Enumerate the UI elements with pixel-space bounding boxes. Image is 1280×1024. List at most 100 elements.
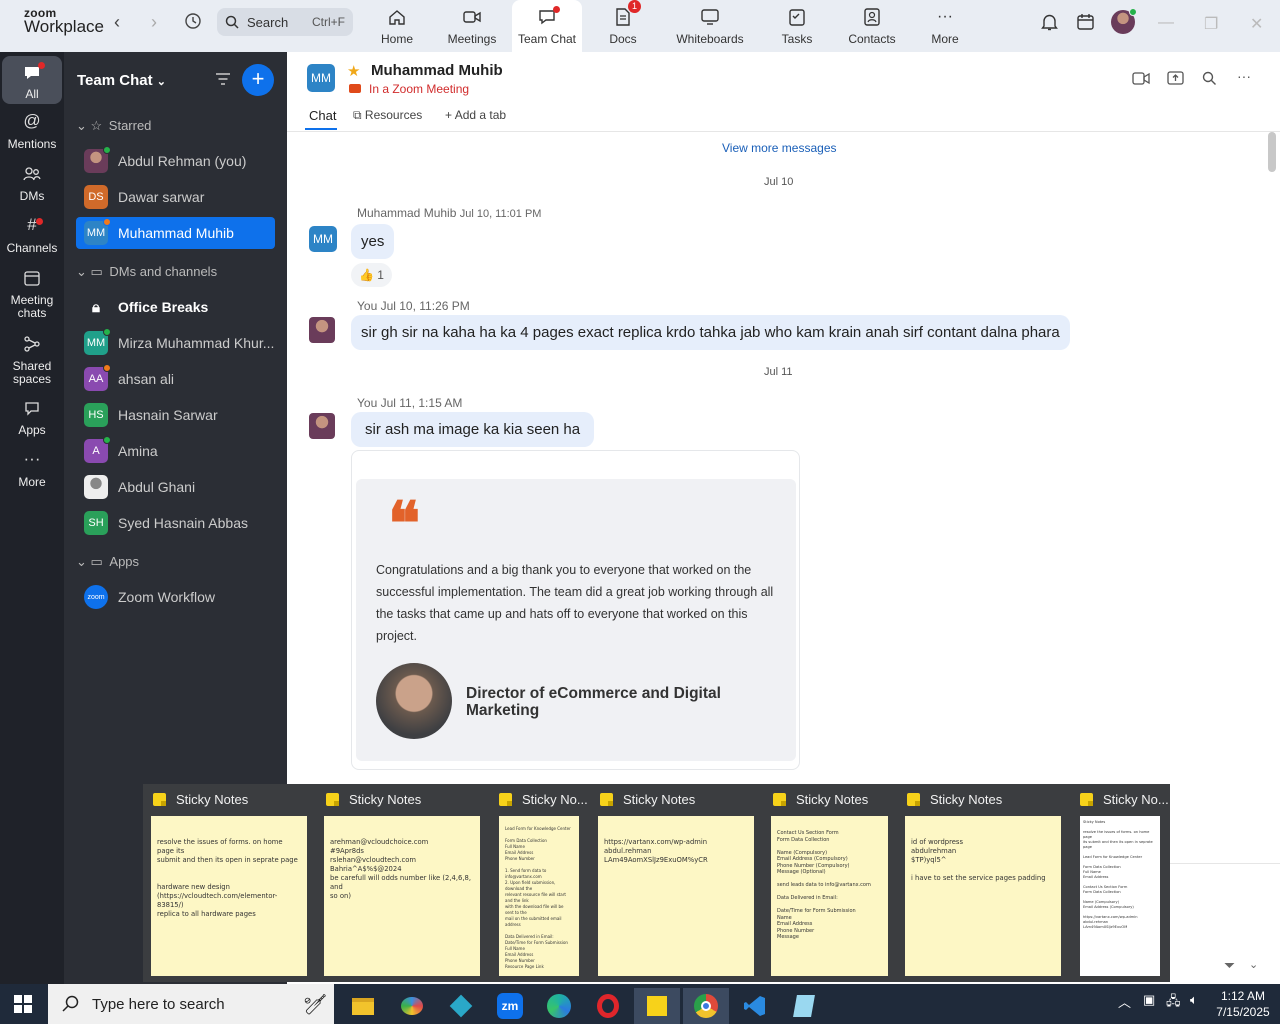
search-chat-icon[interactable] [1202,71,1217,91]
rail-dms-label: DMs [19,189,45,203]
chat-contact-name[interactable]: Muhammad Muhib [371,62,503,79]
contact-abdul-rehman[interactable]: Abdul Rehman (you) [76,145,275,177]
nav-more[interactable]: ··· More [909,0,981,52]
rail-more[interactable]: ··· More [2,450,62,489]
message-bubble[interactable]: yes [351,224,395,259]
contact-muhammad-muhib[interactable]: MM Muhammad Muhib [76,217,275,249]
tray-chevron-icon[interactable]: ︿ [1118,992,1131,1011]
opera-browser-icon[interactable] [585,988,631,1024]
sticky-note-title: Sticky Notes [176,792,249,807]
message-bubble[interactable]: sir gh sir na kaha ha ka 4 pages exact r… [351,315,1070,350]
rail-channels[interactable]: # Channels [2,216,62,255]
contact-dawar-sarwar[interactable]: DS Dawar sarwar [76,181,275,213]
sticky-note-window[interactable]: Sticky Notes id of wordpress abdulrehman… [897,784,1070,982]
contact-abdul-ghani[interactable]: Abdul Ghani [76,471,275,503]
nav-tasks[interactable]: Tasks [761,0,833,52]
starred-header[interactable]: ⌄ ☆ Starred [76,118,151,134]
contact-ahsan-ali[interactable]: AA ahsan ali [76,363,275,395]
user-avatar[interactable] [1111,8,1137,34]
sticky-note-window[interactable]: Sticky Notes resolve the issues of forms… [143,784,316,982]
contact-name: Hasnain Sarwar [118,407,218,423]
message-bubble[interactable]: sir ash ma image ka kia seen ha [351,412,595,447]
rail-meeting-chats[interactable]: Meeting chats [2,270,62,320]
reaction-thumbs-up[interactable]: 👍 1 [351,263,392,287]
sticky-note-window[interactable]: Sticky Notes arehman@vcloudchoice.com #9… [316,784,489,982]
chat-scrollbar[interactable] [1268,132,1276,172]
sticky-note-window[interactable]: Sticky Notes https://vartanx.com/wp-admi… [590,784,763,982]
notepad-app-icon[interactable] [781,988,827,1024]
sticky-note-header: Sticky No... [499,792,588,807]
tray-app-icon[interactable]: ▣ [1143,992,1155,1008]
tab-resources[interactable]: ⧉ Resources [353,108,422,123]
nav-whiteboards[interactable]: Whiteboards [672,0,748,52]
rail-mentions[interactable]: @ Mentions [2,112,62,151]
contact-name: Mirza Muhammad Khur... [118,335,275,351]
vscode-icon[interactable] [732,988,778,1024]
new-chat-button[interactable]: + [242,64,274,96]
apps-header[interactable]: ⌄ ▭ Apps [76,554,139,570]
sticky-note-window[interactable]: Sticky No... Sticky Notes resolve the is… [1070,784,1170,982]
clock-date: 7/15/2025 [1216,1005,1270,1019]
bell-icon[interactable] [1041,13,1058,36]
sticky-note-window[interactable]: Sticky Notes Contact Us Section Form For… [763,784,897,982]
image-attachment[interactable]: ❝ Congratulations and a big thank you to… [351,450,800,770]
rail-more-label: More [18,475,46,489]
file-explorer-icon[interactable] [340,988,386,1024]
contact-mirza[interactable]: MM Mirza Muhammad Khur... [76,327,275,359]
minimize-icon[interactable]: — [1158,14,1174,32]
sticky-notes-taskbar-icon[interactable] [634,988,680,1024]
lock-icon: 🔒︎ [92,298,100,316]
history-icon[interactable] [184,12,202,30]
chevron-down-icon[interactable]: ⌄ [1249,958,1258,971]
rail-apps[interactable]: Apps [2,400,62,437]
zoom-taskbar-icon[interactable]: zm [487,988,533,1024]
nav-home[interactable]: Home [361,0,433,52]
sticky-notes-icon [907,793,920,806]
network-icon[interactable]: 🖧︎ [1166,992,1181,1014]
sticky-note-window[interactable]: Sticky No... Lead Form for Knowledge Cen… [489,784,590,982]
channel-office-breaks[interactable]: 🔒︎ Office Breaks [76,291,275,323]
chrome-browser-icon[interactable] [683,988,729,1024]
contact-syed-hasnain-abbas[interactable]: SH Syed Hasnain Abbas [76,507,275,539]
filter-icon[interactable] [215,72,231,91]
tab-chat[interactable]: Chat [309,108,336,123]
date-separator: Jul 11 [764,366,793,378]
calendar-toggle-icon[interactable] [1077,13,1094,36]
nav-docs[interactable]: 1 Docs [587,0,659,52]
share-screen-icon[interactable] [1167,71,1184,91]
app-zoom-workflow[interactable]: zoom Zoom Workflow [76,581,275,613]
windows-start-icon[interactable] [14,995,32,1013]
diamond-app-icon[interactable] [438,988,484,1024]
restore-icon[interactable]: ❐ [1204,14,1218,34]
sticky-note-header: Sticky Notes [907,792,1002,807]
message-meta: Muhammad Muhib Jul 10, 11:01 PM [357,206,541,220]
view-more-messages-link[interactable]: View more messages [722,141,837,155]
forward-arrow-icon[interactable]: › [151,12,157,33]
dms-header[interactable]: ⌄ ▭ DMs and channels [76,264,217,280]
people-icon [23,166,41,186]
rail-shared-spaces[interactable]: Shared spaces [2,336,62,386]
taskbar-clock[interactable]: 1:12 AM 7/15/2025 [1212,988,1274,1020]
nav-contacts[interactable]: Contacts [836,0,908,52]
close-icon[interactable]: ✕ [1250,14,1263,34]
search-box[interactable]: Search Ctrl+F [217,8,353,36]
star-icon[interactable]: ★ [347,62,360,80]
rail-all[interactable]: All [2,56,62,104]
contact-amina[interactable]: A Amina [76,435,275,467]
edge-browser-icon[interactable] [536,988,582,1024]
tab-add[interactable]: + Add a tab [445,108,506,122]
rail-apps-label: Apps [18,423,46,437]
nav-team-chat[interactable]: Team Chat [512,0,582,52]
taskbar-search[interactable]: Type here to search 🏏︎ [48,984,334,1024]
back-arrow-icon[interactable]: ‹ [114,12,120,33]
contact-hasnain-sarwar[interactable]: HS Hasnain Sarwar [76,399,275,431]
nav-meetings[interactable]: Meetings [436,0,508,52]
volume-icon[interactable]: 🔈︎ [1190,992,1198,1008]
workplace-logo: Workplace [24,17,104,36]
video-call-icon[interactable] [1132,72,1150,90]
more-options-icon[interactable]: ··· [1237,68,1251,84]
sidebar-title[interactable]: Team Chat ⌄ [77,72,166,89]
paint-app-icon[interactable] [389,988,435,1024]
filter-funnel-icon[interactable]: ⏷ [1224,957,1235,974]
rail-dms[interactable]: DMs [2,166,62,203]
